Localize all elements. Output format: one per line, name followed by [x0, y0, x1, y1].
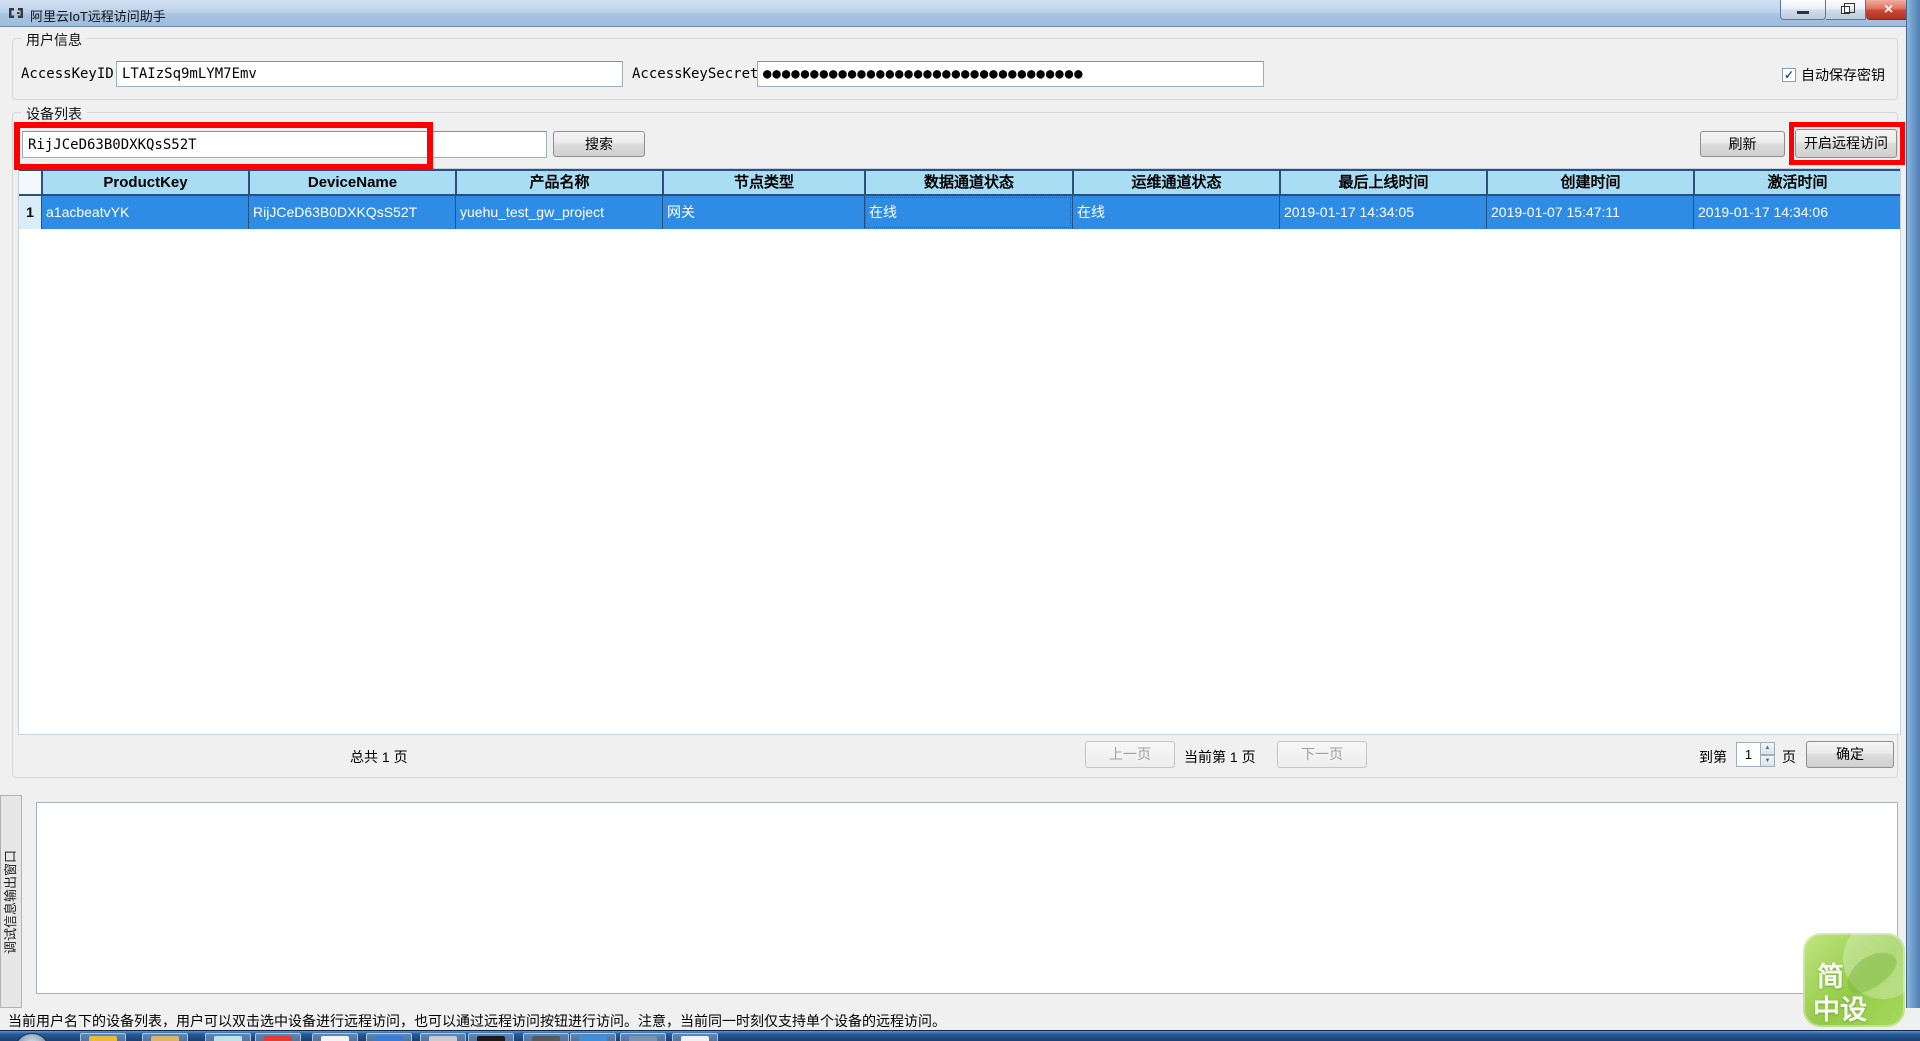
access-key-id-input[interactable] — [116, 61, 623, 87]
minimize-icon — [1797, 11, 1809, 14]
debug-log-output[interactable] — [36, 802, 1898, 994]
header-productkey[interactable]: ProductKey — [41, 171, 248, 194]
cell-data-channel-status: 在线 — [864, 196, 1072, 229]
start-button[interactable] — [14, 1033, 50, 1041]
taskbar-app-icon[interactable] — [468, 1033, 514, 1041]
header-ops-channel-status[interactable]: 运维通道状态 — [1072, 171, 1279, 194]
taskbar-app-icon[interactable] — [205, 1033, 251, 1041]
device-table-header: ProductKey DeviceName 产品名称 节点类型 数据通道状态 运… — [19, 169, 1900, 196]
log-panel-side-label-text: 调试信息输出窗口 — [3, 849, 18, 954]
confirm-page-button[interactable]: 确定 — [1806, 741, 1894, 768]
next-page-button[interactable]: 下一页 — [1277, 741, 1367, 768]
total-pages-text: 总共 1 页 — [350, 749, 408, 765]
watermark-text-line2: 中设 — [1813, 995, 1867, 1025]
cell-devicename: RijJCeD63B0DXKQsS52T — [248, 196, 455, 229]
minimize-button[interactable] — [1780, 0, 1826, 20]
cell-productkey: a1acbeatvYK — [41, 196, 248, 229]
taskbar-app-icon[interactable] — [672, 1033, 718, 1041]
taskbar-app-icon[interactable] — [620, 1033, 666, 1041]
spinner-down-icon: ▼ — [1764, 757, 1771, 764]
header-product-name[interactable]: 产品名称 — [455, 171, 662, 194]
table-row[interactable]: 1 a1acbeatvYK RijJCeD63B0DXKQsS52T yuehu… — [19, 196, 1900, 229]
taskbar — [0, 1030, 1920, 1041]
log-panel-side-label: 调试信息输出窗口 — [0, 795, 22, 1008]
prev-page-button[interactable]: 上一页 — [1085, 741, 1175, 768]
taskbar-app-icon[interactable] — [420, 1033, 466, 1041]
cell-node-type: 网关 — [662, 196, 864, 229]
cell-product-name: yuehu_test_gw_project — [455, 196, 662, 229]
title-bar: 阿里云IoT远程访问助手 × — [0, 0, 1920, 27]
device-table: ProductKey DeviceName 产品名称 节点类型 数据通道状态 运… — [18, 168, 1901, 735]
status-bar: 当前用户名下的设备列表，用户可以双击选中设备进行远程访问，也可以通过远程访问按钮… — [0, 1008, 1920, 1030]
cell-activate-time: 2019-01-17 14:34:06 — [1693, 196, 1900, 229]
auto-save-checkbox[interactable]: ✓ 自动保存密钥 — [1782, 65, 1885, 85]
taskbar-app-icon[interactable] — [570, 1033, 616, 1041]
window-controls: × — [1780, 0, 1912, 20]
refresh-button[interactable]: 刷新 — [1700, 131, 1785, 157]
header-node-type[interactable]: 节点类型 — [662, 171, 864, 194]
taskbar-app-icon[interactable] — [312, 1033, 358, 1041]
open-remote-access-button[interactable]: 开启远程访问 — [1795, 129, 1897, 158]
cell-row-number: 1 — [19, 196, 41, 229]
current-page-text: 当前第 1 页 — [1184, 749, 1256, 765]
restore-icon — [1841, 2, 1855, 14]
device-list-group-label: 设备列表 — [21, 104, 87, 124]
spinner-up-button[interactable]: ▲ — [1761, 742, 1775, 755]
spinner-down-button[interactable]: ▼ — [1761, 754, 1775, 767]
header-last-online-time[interactable]: 最后上线时间 — [1279, 171, 1486, 194]
taskbar-app-icon[interactable] — [80, 1033, 126, 1041]
header-data-channel-status[interactable]: 数据通道状态 — [864, 171, 1072, 194]
goto-page-unit: 页 — [1782, 749, 1796, 765]
access-key-secret-input[interactable] — [757, 61, 1264, 87]
status-bar-text: 当前用户名下的设备列表，用户可以双击选中设备进行远程访问，也可以通过远程访问按钮… — [8, 1013, 946, 1029]
user-info-group-label: 用户信息 — [21, 30, 87, 50]
goto-page-label: 到第 — [1699, 749, 1727, 765]
jianzhongshe-watermark-logo: 简 中设 — [1803, 933, 1905, 1027]
cell-create-time: 2019-01-07 15:47:11 — [1486, 196, 1693, 229]
header-row-number[interactable] — [19, 171, 41, 194]
spinner-up-icon: ▲ — [1764, 745, 1771, 752]
restore-button[interactable] — [1826, 0, 1866, 20]
goto-page-input[interactable] — [1736, 742, 1761, 767]
goto-page-spinner: ▲ ▼ — [1736, 742, 1775, 767]
header-activate-time[interactable]: 激活时间 — [1693, 171, 1900, 194]
header-create-time[interactable]: 创建时间 — [1486, 171, 1693, 194]
cell-last-online-time: 2019-01-17 14:34:05 — [1279, 196, 1486, 229]
access-key-id-label: AccessKeyID — [21, 66, 114, 82]
access-key-secret-label: AccessKeySecret — [632, 66, 759, 82]
window-title: 阿里云IoT远程访问助手 — [30, 9, 166, 24]
search-button[interactable]: 搜索 — [553, 131, 645, 157]
header-devicename[interactable]: DeviceName — [248, 171, 455, 194]
taskbar-app-icon[interactable] — [255, 1033, 301, 1041]
window-border-right — [1906, 0, 1920, 1030]
checkbox-check-icon: ✓ — [1782, 68, 1796, 82]
close-icon: × — [1883, 0, 1894, 18]
auto-save-label: 自动保存密钥 — [1801, 67, 1885, 83]
taskbar-app-icon[interactable] — [523, 1033, 569, 1041]
app-icon — [8, 5, 24, 26]
taskbar-app-icon[interactable] — [142, 1033, 188, 1041]
search-input[interactable] — [22, 131, 547, 158]
taskbar-app-icon[interactable] — [366, 1033, 412, 1041]
cell-ops-channel-status: 在线 — [1072, 196, 1279, 229]
